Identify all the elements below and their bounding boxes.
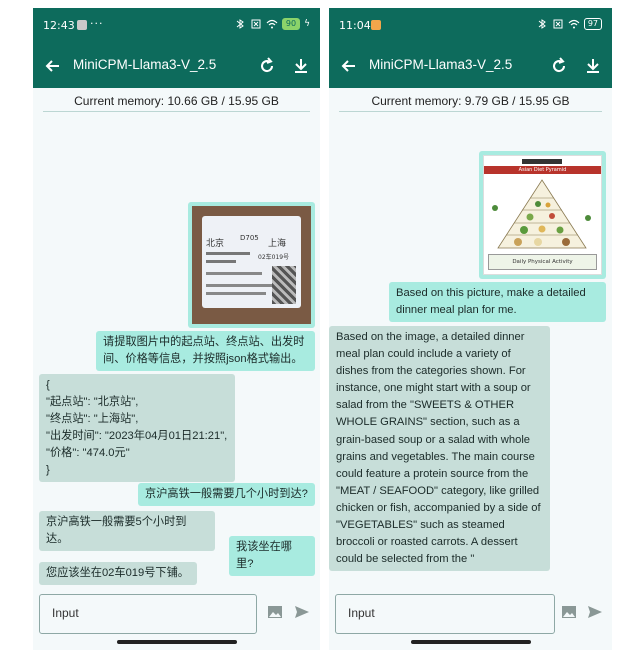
download-icon[interactable] (583, 56, 603, 76)
ticket-text-line (206, 252, 250, 255)
qr-code (272, 266, 296, 304)
send-icon[interactable] (293, 603, 311, 621)
user-message: 京沪高铁一般需要几个小时到达? (138, 483, 315, 506)
bot-message: 您应该坐在02车019号下铺。 (39, 562, 197, 585)
wifi-icon (266, 19, 278, 29)
bot-message: { "起点站": "北京站", "终点站": "上海站", "出发时间": "2… (39, 374, 235, 482)
memory-status: Current memory: 9.79 GB / 15.95 GB (371, 94, 570, 108)
image-icon[interactable] (266, 603, 284, 621)
user-message: 请提取图片中的起点站、终点站、出发时间、价格等信息，并按照json格式输出。 (96, 331, 315, 371)
bot-message: Based on the image, a detailed dinner me… (329, 326, 550, 572)
message-input[interactable]: Input (335, 594, 555, 634)
status-time: 11:04 (339, 19, 371, 32)
ticket-seat: 02车019号 (258, 254, 290, 261)
navigation-bar[interactable] (411, 640, 531, 644)
app-notification-icon (371, 20, 381, 30)
wifi-icon (568, 19, 580, 29)
battery-icon: 90 (281, 18, 301, 30)
divider (43, 111, 310, 112)
status-bar: 12:43 ··· 90 ϟ (33, 8, 320, 44)
ticket-text-line (206, 260, 236, 263)
app-bar: MiniCPM-Llama3-V_2.5 (329, 44, 612, 88)
status-bar: 11:04 97 (329, 8, 612, 44)
bluetooth-icon (236, 19, 244, 29)
back-arrow-icon[interactable] (43, 56, 63, 76)
ticket-number: D705 (240, 234, 259, 242)
ticket-from: 北京 (206, 239, 225, 249)
right-phone-screen: 11:04 97 MiniCPM-Llama3-V_2.5 Current me… (329, 8, 612, 650)
status-time: 12:43 (43, 19, 75, 32)
input-placeholder: Input (348, 606, 375, 620)
pyramid-logo (522, 159, 562, 164)
battery-icon: 97 (583, 18, 602, 30)
download-icon[interactable] (291, 56, 311, 76)
user-message: Based on this picture, make a detailed d… (389, 282, 606, 322)
app-title: MiniCPM-Llama3-V_2.5 (369, 57, 513, 72)
user-message: 我该坐在哪里? (229, 536, 315, 576)
left-phone-screen: 12:43 ··· 90 ϟ MiniCPM-Llama3-V_2.5 Curr… (33, 8, 320, 650)
ticket-to: 上海 (268, 239, 287, 249)
pyramid-title: Asian Diet Pyramid (484, 166, 601, 174)
app-title: MiniCPM-Llama3-V_2.5 (73, 57, 217, 72)
ticket-text-line (206, 272, 262, 275)
bot-message: 京沪高铁一般需要5个小时到达。 (39, 511, 215, 551)
sim-icon (251, 19, 261, 29)
image-icon[interactable] (560, 603, 578, 621)
asian-diet-pyramid-image[interactable]: Asian Diet Pyramid Daily Physical Activi… (479, 151, 606, 279)
divider (339, 111, 602, 112)
train-ticket-image[interactable]: 北京 D705 上海 02车019号 (188, 202, 315, 328)
ticket-paper: 北京 D705 上海 02车019号 (202, 216, 301, 308)
pyramid-picture: Asian Diet Pyramid Daily Physical Activi… (483, 155, 602, 275)
food-pyramid-graphic (492, 179, 591, 249)
sim-icon (553, 19, 563, 29)
app-notification-icon (77, 20, 87, 30)
message-input[interactable]: Input (39, 594, 257, 634)
bluetooth-icon (538, 19, 546, 29)
ticket-text-line (206, 284, 272, 287)
charging-icon: ϟ (304, 19, 310, 29)
pyramid-footer: Daily Physical Activity (488, 254, 597, 270)
send-icon[interactable] (586, 603, 604, 621)
more-notifications-icon: ··· (90, 17, 104, 30)
back-arrow-icon[interactable] (339, 56, 359, 76)
ticket-photo: 北京 D705 上海 02车019号 (192, 206, 311, 324)
memory-status: Current memory: 10.66 GB / 15.95 GB (74, 94, 279, 108)
app-bar: MiniCPM-Llama3-V_2.5 (33, 44, 320, 88)
refresh-icon[interactable] (549, 56, 569, 76)
refresh-icon[interactable] (257, 56, 277, 76)
input-placeholder: Input (52, 606, 79, 620)
navigation-bar[interactable] (117, 640, 237, 644)
ticket-text-line (206, 292, 266, 295)
